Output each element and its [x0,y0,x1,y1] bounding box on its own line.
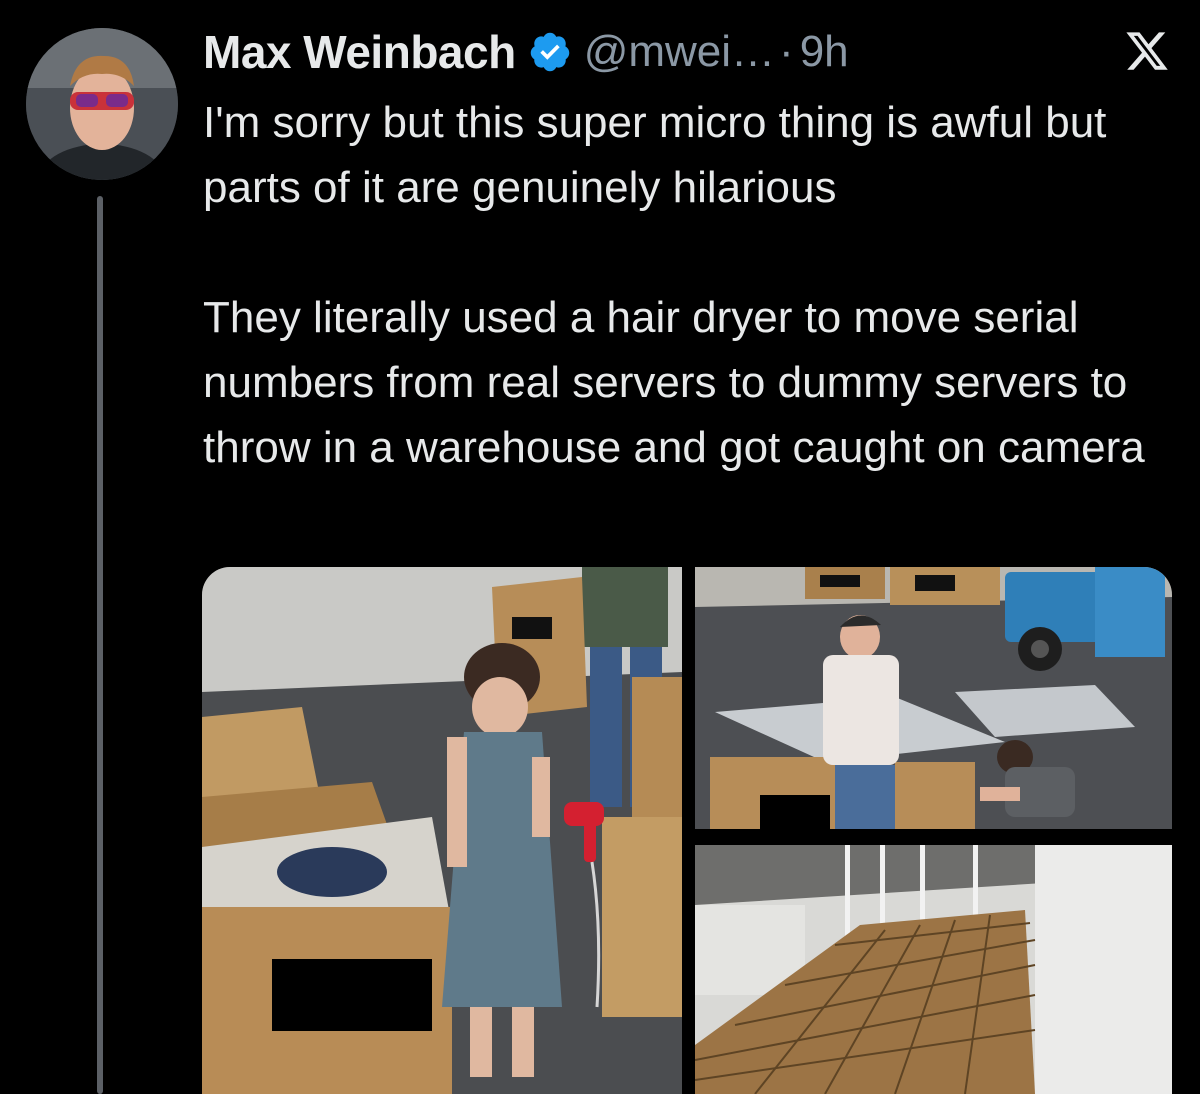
author-handle[interactable]: @mwei… [584,27,775,77]
tweet-paragraph-1: I'm sorry but this super micro thing is … [203,98,1107,212]
media-grid [202,567,1172,1094]
verified-badge-icon [528,30,572,74]
tweet-text: I'm sorry but this super micro thing is … [203,90,1183,480]
warehouse-boxes-photo [695,845,1172,1094]
tweet-paragraph-2: They literally used a hair dryer to move… [203,293,1145,472]
forklift-photo [695,567,1172,835]
author-name[interactable]: Max Weinbach [203,25,516,79]
avatar-image [26,28,178,180]
media-photo-3[interactable] [695,845,1172,1094]
media-photo-1[interactable] [202,567,682,1094]
separator-dot: · [779,27,794,76]
thread-line [97,196,103,1094]
hair-dryer-photo [202,567,682,1094]
media-photo-2[interactable] [695,567,1172,835]
tweet-header: Max Weinbach @mwei… · 9h [203,22,1180,82]
x-logo-icon[interactable] [1124,28,1170,74]
timestamp[interactable]: 9h [800,27,849,77]
avatar[interactable] [26,28,178,180]
